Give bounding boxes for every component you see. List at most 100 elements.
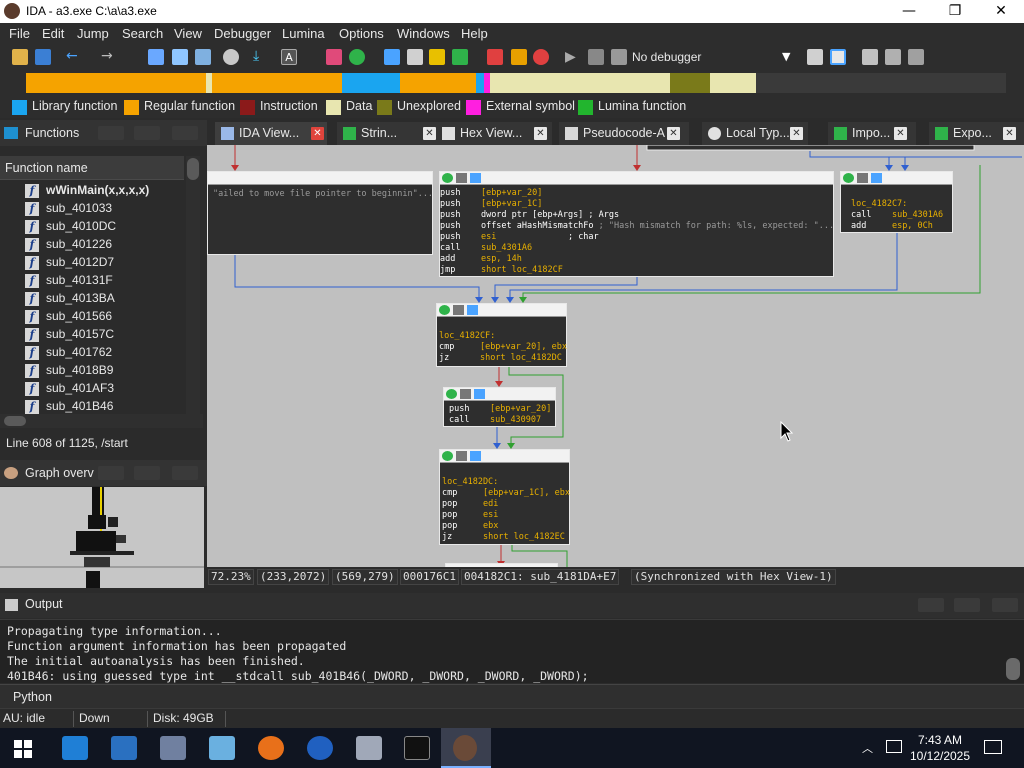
graph-block-left[interactable]: "ailed to move file pointer to beginnin"… (207, 171, 433, 255)
function-row[interactable]: f sub_4010DC (0, 218, 184, 236)
close-icon[interactable]: ✕ (534, 127, 547, 140)
debugger-select[interactable]: No debugger (632, 50, 701, 64)
bookmarks-icon[interactable] (885, 49, 901, 65)
panel-restore-icon[interactable] (918, 598, 944, 612)
graph-block-main[interactable]: push [ebp+var_20] push [ebp+var_1C] push… (439, 171, 834, 277)
menu-windows[interactable]: Windows (397, 26, 450, 41)
notepad-app-icon[interactable] (209, 736, 235, 760)
menu-debugger[interactable]: Debugger (214, 26, 271, 41)
stop-icon[interactable] (533, 49, 549, 65)
search-app-icon[interactable] (62, 736, 88, 760)
function-row[interactable]: f wWinMain(x,x,x,x) (0, 182, 184, 200)
graph-icon[interactable] (326, 49, 342, 65)
firefox-app-icon[interactable] (258, 736, 284, 760)
pause-icon[interactable] (588, 49, 604, 65)
output-window[interactable]: Propagating type information... Function… (0, 619, 1024, 683)
panel-close-icon[interactable] (172, 126, 198, 140)
menu-edit[interactable]: Edit (42, 26, 64, 41)
menu-help[interactable]: Help (461, 26, 488, 41)
graph-block-loc-4182cf[interactable]: loc_4182CF: cmp [ebp+var_20], ebx jz sho… (436, 303, 567, 367)
panel-float-icon[interactable] (954, 598, 980, 612)
segment-icon[interactable] (172, 49, 188, 65)
panel-close-icon[interactable] (172, 466, 198, 480)
open-icon[interactable] (12, 49, 28, 65)
graph-overview-canvas[interactable] (0, 487, 204, 588)
graph-block-middle[interactable]: push [ebp+var_20] call sub_430907 (443, 387, 556, 427)
panel-restore-icon[interactable] (98, 126, 124, 140)
notification-icon[interactable] (984, 740, 1002, 754)
function-row[interactable]: f sub_4013BA (0, 290, 184, 308)
tab-hex-view[interactable]: Hex View... ✕ (436, 122, 552, 145)
maximize-button[interactable]: ❐ (932, 0, 978, 23)
functions-vscrollbar[interactable] (186, 156, 200, 414)
xref-icon[interactable] (384, 49, 400, 65)
close-icon[interactable]: ✕ (311, 127, 324, 140)
close-icon[interactable]: ✕ (1003, 127, 1016, 140)
taskbar-clock[interactable]: 7:43 AM 10/12/2025 (905, 732, 975, 764)
functions-hscrollbar[interactable] (0, 414, 203, 428)
menu-search[interactable]: Search (122, 26, 163, 41)
python-input-bar[interactable]: Python (0, 684, 1024, 708)
breakpoint-icon[interactable] (487, 49, 503, 65)
close-button[interactable]: ✕ (978, 0, 1024, 23)
ida-taskbar-button[interactable] (441, 728, 491, 768)
stop-debug-icon[interactable] (611, 49, 627, 65)
function-row[interactable]: f sub_4018B9 (0, 362, 184, 380)
run-icon[interactable] (349, 49, 365, 65)
function-row[interactable]: f sub_401033 (0, 200, 184, 218)
close-icon[interactable]: ✕ (790, 127, 803, 140)
graph-block-loc-4182dc[interactable]: loc_4182DC: cmp [ebp+var_1C], ebx pop ed… (439, 449, 570, 545)
back-icon[interactable]: ← (66, 49, 82, 65)
minimize-button[interactable]: — (886, 0, 932, 23)
chevron-down-icon[interactable]: ▼ (782, 49, 798, 65)
panel-float-icon[interactable] (134, 126, 160, 140)
list-icon[interactable] (862, 49, 878, 65)
dropper-app-icon[interactable] (307, 736, 333, 760)
panel-close-icon[interactable] (992, 598, 1018, 612)
settings-app-icon[interactable] (160, 736, 186, 760)
tab-exports[interactable]: Expo... ✕ (929, 122, 1024, 145)
function-row[interactable]: f sub_4012D7 (0, 254, 184, 272)
menu-file[interactable]: File (9, 26, 30, 41)
debug-options-icon[interactable] (807, 49, 823, 65)
function-row[interactable]: f sub_401566 (0, 308, 184, 326)
panel-restore-icon[interactable] (98, 466, 124, 480)
tab-local-types[interactable]: Local Typ... ✕ (702, 122, 808, 145)
navigate-icon[interactable] (148, 49, 164, 65)
menu-jump[interactable]: Jump (77, 26, 109, 41)
function-row[interactable]: f sub_40131F (0, 272, 184, 290)
function-name-column-header[interactable]: Function name (0, 156, 184, 180)
close-icon[interactable]: ✕ (423, 127, 436, 140)
explorer-app-icon[interactable] (111, 736, 137, 760)
windows-start-icon[interactable] (14, 740, 32, 758)
graph-block-right[interactable]: loc_4182C7: call sub_4301A6 add esp, 0Ch (840, 171, 953, 233)
tool-app-icon[interactable] (356, 736, 382, 760)
tab-imports[interactable]: Impo... ✕ (828, 122, 916, 145)
graph-view[interactable]: "ailed to move file pointer to beginnin"… (207, 145, 1024, 567)
menu-options[interactable]: Options (339, 26, 384, 41)
save-icon[interactable] (35, 49, 51, 65)
patch-icon[interactable] (511, 49, 527, 65)
panel-float-icon[interactable] (134, 466, 160, 480)
tab-ida-view[interactable]: IDA View... ✕ (215, 122, 327, 145)
function-row[interactable]: f sub_401B46 (0, 398, 184, 414)
menu-lumina[interactable]: Lumina (282, 26, 325, 41)
output-scrollbar[interactable] (1006, 658, 1020, 680)
function-row[interactable]: f sub_40157C (0, 326, 184, 344)
struct-icon[interactable] (452, 49, 468, 65)
network-icon[interactable] (886, 740, 902, 753)
python-label[interactable]: Python (13, 690, 52, 704)
opcode-icon[interactable] (407, 49, 423, 65)
tab-pseudocode[interactable]: Pseudocode-A ✕ (559, 122, 689, 145)
jump-down-icon[interactable]: ⤓ (253, 49, 269, 65)
connect-icon[interactable] (830, 49, 846, 65)
text-icon[interactable]: A (281, 49, 297, 65)
settings-icon[interactable] (908, 49, 924, 65)
function-row[interactable]: f sub_401762 (0, 344, 184, 362)
play-icon[interactable]: ▶ (565, 49, 581, 65)
close-icon[interactable]: ✕ (894, 127, 907, 140)
menu-view[interactable]: View (174, 26, 202, 41)
function-icon[interactable] (195, 49, 211, 65)
data-icon[interactable] (223, 49, 239, 65)
navigation-band-strip[interactable] (26, 73, 1006, 93)
